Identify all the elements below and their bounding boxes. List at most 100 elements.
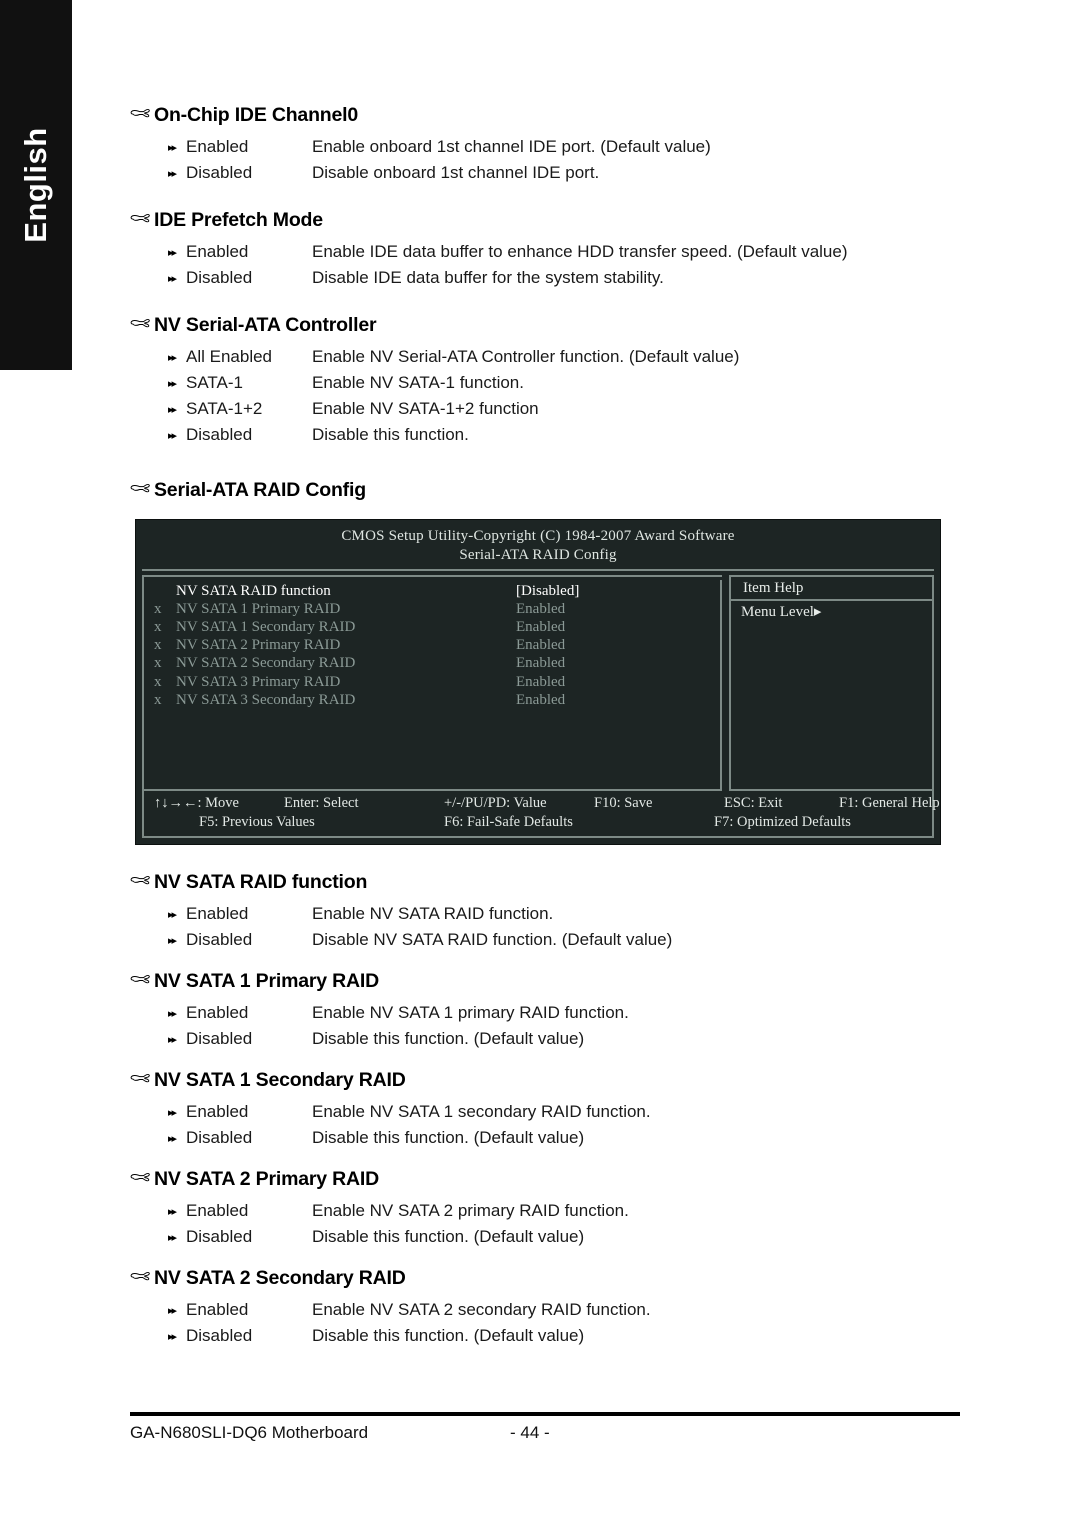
double-triangle-right-icon: ▸▸ [168, 378, 177, 390]
section-title: NV SATA 1 Secondary RAID [154, 1068, 406, 1091]
option-description: Disable this function. (Default value) [312, 1028, 585, 1048]
section-heading: NV Serial-ATA Controller [130, 314, 960, 337]
section-heading: IDE Prefetch Mode [130, 209, 960, 232]
bios-setting-row[interactable]: x NV SATA 3 Primary RAID Enabled [144, 673, 720, 691]
bios-row-value[interactable]: [Disabled] [516, 582, 579, 600]
double-triangle-right-icon: ▸▸ [168, 142, 177, 154]
option-row: ▸▸ Enabled Enable NV SATA 1 secondary RAID… [130, 1103, 960, 1120]
bios-menu-level: Menu Level▸ [741, 603, 822, 620]
section-heading: NV SATA RAID function [130, 871, 960, 894]
option-row: ▸▸ Disabled Disable this function. [130, 426, 960, 443]
bios-row-value[interactable]: Enabled [516, 600, 565, 618]
section-title: NV SATA 1 Primary RAID [154, 969, 379, 992]
bios-key-hint: ESC: Exit [724, 794, 783, 811]
section-title: NV SATA 2 Secondary RAID [154, 1266, 406, 1289]
option-row: ▸▸ Enabled Enable onboard 1st channel IDE … [130, 138, 960, 155]
bios-row-value[interactable]: Enabled [516, 654, 565, 672]
double-triangle-right-icon: ▸▸ [168, 934, 177, 947]
option-label: Disabled [186, 1028, 253, 1048]
option-label: Enabled [186, 1002, 249, 1022]
section-title: On-Chip IDE Channel0 [154, 104, 359, 126]
bios-key-hint: ↑↓→←: Move [154, 794, 239, 811]
double-triangle-right-icon: ▸▸ [168, 1132, 177, 1145]
option-row: ▸▸ Enabled Enable NV SATA RAID function. [130, 905, 960, 922]
section-heading: On-Chip IDE Channel0 [130, 104, 960, 127]
bios-row-disabled-marker: x [154, 618, 162, 635]
page-footer: GA-N680SLI-DQ6 Motherboard - 44 - [130, 1412, 960, 1443]
bios-setting-row[interactable]: x NV SATA 1 Secondary RAID Enabled [144, 618, 720, 636]
option-row: ▸▸ Enabled Enable IDE data buffer to enhan… [130, 243, 960, 260]
option-row: ▸▸ Disabled Disable this function. (Defaul… [130, 1327, 960, 1344]
pointing-hand-icon [130, 1269, 154, 1283]
option-row: ▸▸ SATA-1 Enable NV SATA-1 function. [130, 374, 960, 391]
double-triangle-right-icon: ▸▸ [168, 1033, 177, 1046]
bios-key-hint: Enter: Select [284, 794, 359, 811]
section: Serial-ATA RAID Config [130, 479, 960, 502]
bios-row-name: NV SATA 1 Secondary RAID [176, 618, 356, 635]
option-description: Enable NV SATA 1 secondary RAID function… [312, 1101, 651, 1121]
option-label: SATA-1 [186, 373, 243, 392]
footer-page-number: - 44 - [510, 1423, 550, 1442]
option-description: Enable NV SATA 2 secondary RAID function… [312, 1299, 651, 1319]
section: NV SATA 1 Secondary RAID ▸▸ Enabled Enable … [130, 1069, 960, 1146]
double-triangle-right-icon: ▸▸ [168, 1304, 177, 1317]
footer-product-name: GA-N680SLI-DQ6 Motherboard [130, 1423, 369, 1442]
double-triangle-right-icon: ▸▸ [168, 1330, 177, 1343]
bios-row-value[interactable]: Enabled [516, 618, 565, 636]
bios-setting-row[interactable]: x NV SATA 1 Primary RAID Enabled [144, 600, 720, 618]
option-label: Enabled [186, 1299, 249, 1319]
bios-row-disabled-marker: x [154, 673, 162, 690]
section: NV SATA 2 Primary RAID ▸▸ Enabled Enable NV… [130, 1168, 960, 1245]
option-description: Disable onboard 1st channel IDE port. [312, 163, 600, 182]
option-description: Disable this function. (Default value) [312, 1127, 585, 1147]
double-triangle-right-icon: ▸▸ [168, 168, 177, 180]
option-label: Disabled [186, 268, 253, 287]
section: IDE Prefetch Mode ▸▸ Enabled Enable IDE dat… [130, 209, 960, 286]
double-triangle-right-icon: ▸▸ [168, 1205, 177, 1218]
bios-row-name: NV SATA 1 Primary RAID [176, 600, 341, 617]
pointing-hand-icon [130, 972, 154, 986]
double-triangle-right-icon: ▸▸ [168, 352, 177, 364]
pointing-hand-icon [130, 316, 154, 330]
option-row: ▸▸ SATA-1+2 Enable NV SATA-1+2 function [130, 400, 960, 417]
bios-title-line1: CMOS Setup Utility-Copyright (C) 1984-20… [341, 528, 735, 544]
pointing-hand-icon [130, 211, 154, 225]
bios-row-value[interactable]: Enabled [516, 691, 565, 709]
double-triangle-right-icon: ▸▸ [168, 1106, 177, 1119]
bios-item-help-title: Item Help [731, 577, 932, 601]
double-triangle-right-icon: ▸▸ [168, 273, 177, 285]
double-triangle-right-icon: ▸▸ [168, 1007, 177, 1020]
bios-key-hint: F6: Fail-Safe Defaults [444, 813, 573, 830]
bios-setting-row[interactable]: NV SATA RAID function [Disabled] [144, 582, 720, 600]
option-row: ▸▸ Disabled Disable this function. (Defaul… [130, 1129, 960, 1146]
bios-key-hint: F5: Previous Values [199, 813, 315, 830]
section-title: NV SATA 2 Primary RAID [154, 1167, 379, 1190]
section-heading: NV SATA 2 Primary RAID [130, 1168, 960, 1191]
section-title: Serial-ATA RAID Config [154, 479, 366, 501]
option-label: Disabled [186, 1127, 253, 1147]
option-description: Enable NV SATA-1 function. [312, 373, 524, 392]
bios-row-value[interactable]: Enabled [516, 673, 565, 691]
bios-setting-row[interactable]: x NV SATA 2 Secondary RAID Enabled [144, 654, 720, 672]
pointing-hand-icon [130, 873, 154, 887]
pointing-hand-icon [130, 1170, 154, 1184]
section: NV SATA RAID function ▸▸ Enabled Enable NV … [130, 871, 960, 948]
bios-row-value[interactable]: Enabled [516, 636, 565, 654]
option-row: ▸▸ All Enabled Enable NV Serial-ATA Contro… [130, 348, 960, 365]
pointing-hand-icon [130, 106, 154, 120]
bios-setting-row[interactable]: x NV SATA 3 Secondary RAID Enabled [144, 691, 720, 709]
option-row: ▸▸ Enabled Enable NV SATA 2 secondary RAID… [130, 1301, 960, 1318]
option-row: ▸▸ Enabled Enable NV SATA 1 primary RAID f… [130, 1004, 960, 1021]
option-description: Enable NV SATA 1 primary RAID function. [312, 1002, 629, 1022]
bios-row-name: NV SATA RAID function [176, 582, 331, 599]
option-label: All Enabled [186, 347, 273, 366]
option-row: ▸▸ Disabled Disable NV SATA RAID function.… [130, 931, 960, 948]
bios-row-disabled-marker: x [154, 691, 162, 708]
bios-setting-row[interactable]: x NV SATA 2 Primary RAID Enabled [144, 636, 720, 654]
section-title: NV Serial-ATA Controller [154, 314, 377, 336]
double-triangle-right-icon: ▸▸ [168, 430, 177, 442]
double-triangle-right-icon: ▸▸ [168, 404, 177, 416]
option-description: Enable onboard 1st channel IDE port. (De… [312, 137, 711, 156]
option-description: Enable NV SATA-1+2 function [312, 399, 539, 418]
option-description: Enable IDE data buffer to enhance HDD tr… [312, 242, 848, 261]
